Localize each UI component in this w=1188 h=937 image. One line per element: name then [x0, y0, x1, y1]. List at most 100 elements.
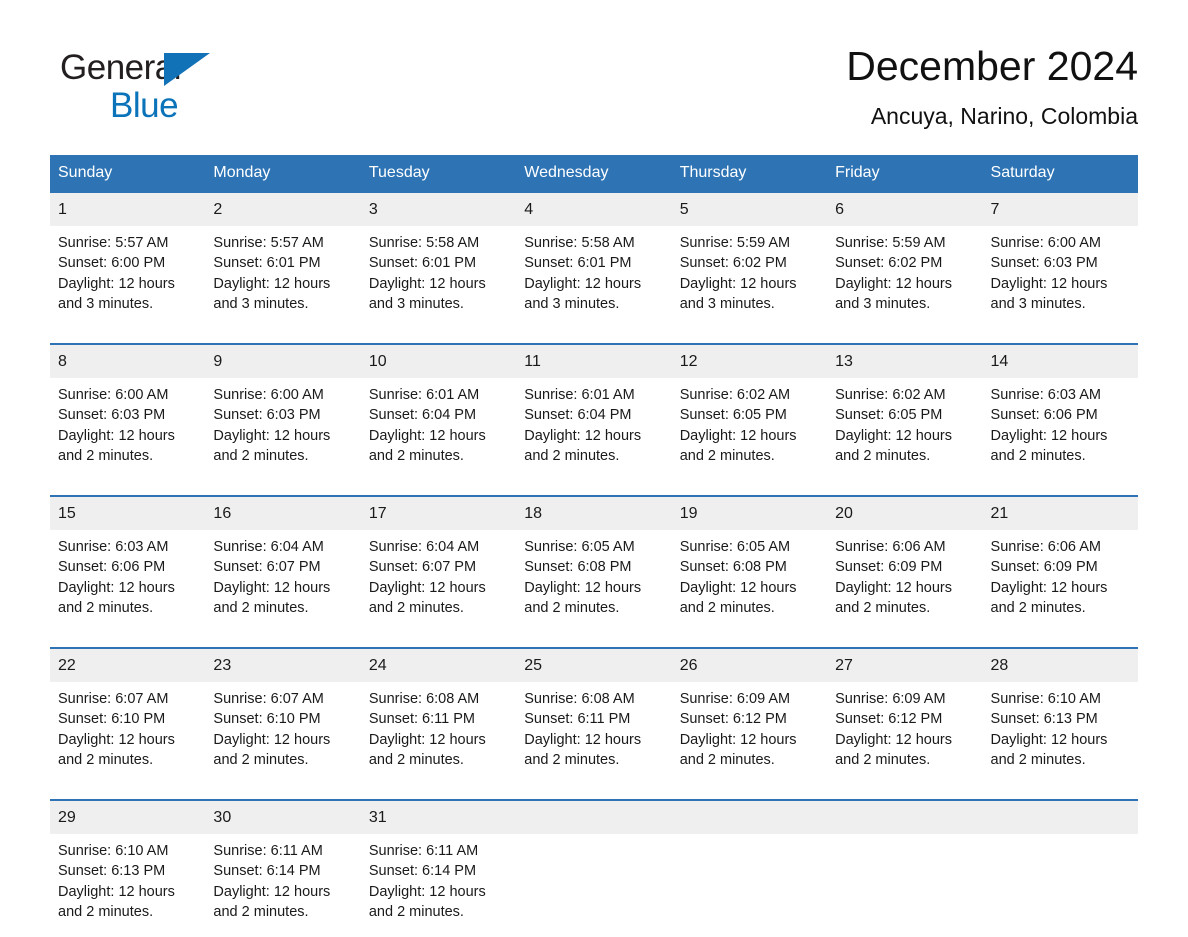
sunset-time: Sunset: 6:01 PM	[368, 255, 477, 272]
calendar-day-cell[interactable]: 23 Sunrise: 6:07 AM Sunset: 6:10 PM Dayligh…	[205, 647, 361, 800]
calendar-day-cell-empty	[827, 799, 983, 937]
day-details: Sunrise: 6:04 AM Sunset: 6:07 PM Daylight:…	[361, 530, 516, 647]
daylight-duration-line1: Daylight: 12 hours	[679, 579, 797, 596]
calendar-day-cell[interactable]: 3 Sunrise: 5:58 AM Sunset: 6:01 PM Daylight…	[360, 191, 517, 344]
day-details: Sunrise: 6:11 AM Sunset: 6:14 PM Daylight:…	[205, 834, 360, 937]
day-number	[827, 801, 983, 834]
calendar-day-cell[interactable]: 29 Sunrise: 6:10 AM Sunset: 6:13 PM Dayligh…	[50, 799, 206, 937]
daylight-duration-line2: and 2 minutes.	[679, 447, 775, 464]
sunset-time: Sunset: 6:08 PM	[679, 559, 787, 576]
calendar-day-cell[interactable]: 14 Sunrise: 6:03 AM Sunset: 6:06 PM Dayligh…	[982, 343, 1138, 496]
calendar-week-row: 29 Sunrise: 6:10 AM Sunset: 6:13 PM Dayligh…	[50, 799, 1138, 937]
day-number: 29	[50, 801, 206, 834]
calendar-day-cell[interactable]: 1 Sunrise: 5:57 AM Sunset: 6:00 PM Daylight…	[50, 191, 206, 344]
day-number: 19	[671, 497, 828, 530]
calendar-day-cell[interactable]: 4 Sunrise: 5:58 AM Sunset: 6:01 PM Daylight…	[516, 191, 672, 344]
calendar-day-cell[interactable]: 16 Sunrise: 6:04 AM Sunset: 6:07 PM Dayligh…	[205, 495, 361, 648]
calendar-day-cell[interactable]: 20 Sunrise: 6:06 AM Sunset: 6:09 PM Dayligh…	[827, 495, 983, 648]
sunset-time: Sunset: 6:02 PM	[835, 255, 943, 272]
general-blue-logo[interactable]: General Blue	[60, 48, 270, 128]
daylight-duration-line2: and 3 minutes.	[990, 295, 1086, 312]
daylight-duration-line2: and 2 minutes.	[679, 599, 775, 616]
calendar-day-cell[interactable]: 17 Sunrise: 6:04 AM Sunset: 6:07 PM Dayligh…	[360, 495, 517, 648]
sunrise-time: Sunrise: 6:09 AM	[679, 691, 791, 707]
calendar-day-cell[interactable]: 7 Sunrise: 6:00 AM Sunset: 6:03 PM Daylight…	[982, 191, 1138, 344]
daylight-duration-line1: Daylight: 12 hours	[58, 731, 175, 748]
day-number: 7	[982, 193, 1138, 226]
day-number: 10	[360, 345, 517, 378]
calendar-day-cell[interactable]: 12 Sunrise: 6:02 AM Sunset: 6:05 PM Dayligh…	[671, 343, 828, 496]
calendar-week-row: 22 Sunrise: 6:07 AM Sunset: 6:10 PM Dayligh…	[50, 647, 1138, 800]
calendar-day-cell[interactable]: 18 Sunrise: 6:05 AM Sunset: 6:08 PM Dayligh…	[516, 495, 672, 648]
day-number: 27	[827, 649, 983, 682]
day-details	[983, 834, 1138, 937]
day-number: 22	[50, 649, 206, 682]
calendar-day-cell[interactable]: 31 Sunrise: 6:11 AM Sunset: 6:14 PM Dayligh…	[360, 799, 517, 937]
calendar-day-cell[interactable]: 8 Sunrise: 6:00 AM Sunset: 6:03 PM Daylight…	[50, 343, 206, 496]
calendar-day-cell[interactable]: 11 Sunrise: 6:01 AM Sunset: 6:04 PM Dayligh…	[516, 343, 672, 496]
day-number: 18	[516, 497, 672, 530]
calendar-day-cell[interactable]: 27 Sunrise: 6:09 AM Sunset: 6:12 PM Dayligh…	[827, 647, 983, 800]
weekday-header-thursday: Thursday	[671, 155, 828, 192]
sunset-time: Sunset: 6:07 PM	[213, 559, 321, 576]
sunrise-time: Sunrise: 6:02 AM	[679, 387, 791, 403]
weekday-header-wednesday: Wednesday	[516, 155, 672, 192]
day-details: Sunrise: 6:06 AM Sunset: 6:09 PM Daylight:…	[983, 530, 1138, 647]
calendar-day-cell[interactable]: 21 Sunrise: 6:06 AM Sunset: 6:09 PM Dayligh…	[982, 495, 1138, 648]
daylight-duration-line2: and 3 minutes.	[368, 295, 464, 312]
calendar-day-cell[interactable]: 2 Sunrise: 5:57 AM Sunset: 6:01 PM Daylight…	[205, 191, 361, 344]
calendar-day-cell[interactable]: 15 Sunrise: 6:03 AM Sunset: 6:06 PM Dayligh…	[50, 495, 206, 648]
sunset-time: Sunset: 6:03 PM	[58, 407, 166, 424]
sunrise-time: Sunrise: 6:01 AM	[524, 387, 635, 403]
logo-text-general: General	[60, 48, 182, 87]
calendar-day-cell[interactable]: 13 Sunrise: 6:02 AM Sunset: 6:05 PM Dayligh…	[827, 343, 983, 496]
calendar-day-cell[interactable]: 19 Sunrise: 6:05 AM Sunset: 6:08 PM Dayligh…	[671, 495, 828, 648]
daylight-duration-line1: Daylight: 12 hours	[524, 275, 642, 292]
day-number: 14	[982, 345, 1138, 378]
daylight-duration-line1: Daylight: 12 hours	[835, 427, 952, 444]
calendar-day-cell[interactable]: 30 Sunrise: 6:11 AM Sunset: 6:14 PM Dayligh…	[205, 799, 361, 937]
day-number: 15	[50, 497, 206, 530]
calendar-day-cell[interactable]: 24 Sunrise: 6:08 AM Sunset: 6:11 PM Dayligh…	[360, 647, 517, 800]
daylight-duration-line2: and 2 minutes.	[58, 751, 154, 768]
day-number	[982, 801, 1138, 834]
calendar-day-cell[interactable]: 10 Sunrise: 6:01 AM Sunset: 6:04 PM Dayligh…	[360, 343, 517, 496]
calendar-day-cell[interactable]: 22 Sunrise: 6:07 AM Sunset: 6:10 PM Dayligh…	[50, 647, 206, 800]
daylight-duration-line1: Daylight: 12 hours	[213, 427, 331, 444]
day-details: Sunrise: 6:04 AM Sunset: 6:07 PM Daylight:…	[205, 530, 360, 647]
day-number: 2	[205, 193, 361, 226]
day-details: Sunrise: 6:11 AM Sunset: 6:14 PM Daylight:…	[361, 834, 516, 937]
day-details: Sunrise: 6:05 AM Sunset: 6:08 PM Daylight:…	[672, 530, 827, 647]
calendar-day-cell[interactable]: 28 Sunrise: 6:10 AM Sunset: 6:13 PM Dayligh…	[982, 647, 1138, 800]
daylight-duration-line2: and 2 minutes.	[524, 751, 620, 768]
calendar-day-cell[interactable]: 25 Sunrise: 6:08 AM Sunset: 6:11 PM Dayligh…	[516, 647, 672, 800]
day-number: 17	[360, 497, 517, 530]
calendar-day-cell[interactable]: 26 Sunrise: 6:09 AM Sunset: 6:12 PM Dayligh…	[671, 647, 828, 800]
daylight-duration-line2: and 2 minutes.	[213, 447, 309, 464]
sunset-time: Sunset: 6:11 PM	[368, 711, 475, 728]
daylight-duration-line2: and 2 minutes.	[58, 447, 154, 464]
daylight-duration-line1: Daylight: 12 hours	[835, 731, 952, 748]
day-details: Sunrise: 5:57 AM Sunset: 6:01 PM Daylight:…	[205, 226, 360, 343]
day-details: Sunrise: 5:58 AM Sunset: 6:01 PM Daylight:…	[516, 226, 671, 343]
daylight-duration-line2: and 2 minutes.	[58, 599, 154, 616]
daylight-duration-line1: Daylight: 12 hours	[213, 275, 331, 292]
daylight-duration-line2: and 2 minutes.	[213, 751, 309, 768]
sunset-time: Sunset: 6:14 PM	[368, 863, 477, 880]
sunrise-time: Sunrise: 5:57 AM	[213, 235, 324, 251]
day-details: Sunrise: 6:10 AM Sunset: 6:13 PM Daylight:…	[50, 834, 205, 937]
calendar-day-cell[interactable]: 5 Sunrise: 5:59 AM Sunset: 6:02 PM Daylight…	[671, 191, 828, 344]
calendar-page: General Blue December 2024 Ancuya, Narin…	[0, 0, 1188, 937]
daylight-duration-line2: and 3 minutes.	[679, 295, 775, 312]
weekday-header-sunday: Sunday	[50, 155, 206, 192]
day-details: Sunrise: 6:10 AM Sunset: 6:13 PM Daylight:…	[983, 682, 1138, 799]
sunset-time: Sunset: 6:00 PM	[58, 255, 166, 272]
sunset-time: Sunset: 6:13 PM	[58, 863, 166, 880]
calendar-day-cell[interactable]: 6 Sunrise: 5:59 AM Sunset: 6:02 PM Daylight…	[827, 191, 983, 344]
sunset-time: Sunset: 6:05 PM	[679, 407, 787, 424]
sunset-time: Sunset: 6:01 PM	[213, 255, 321, 272]
sunset-time: Sunset: 6:06 PM	[58, 559, 166, 576]
calendar-day-cell[interactable]: 9 Sunrise: 6:00 AM Sunset: 6:03 PM Daylight…	[205, 343, 361, 496]
calendar-day-cell-empty	[982, 799, 1138, 937]
daylight-duration-line2: and 2 minutes.	[58, 903, 154, 920]
